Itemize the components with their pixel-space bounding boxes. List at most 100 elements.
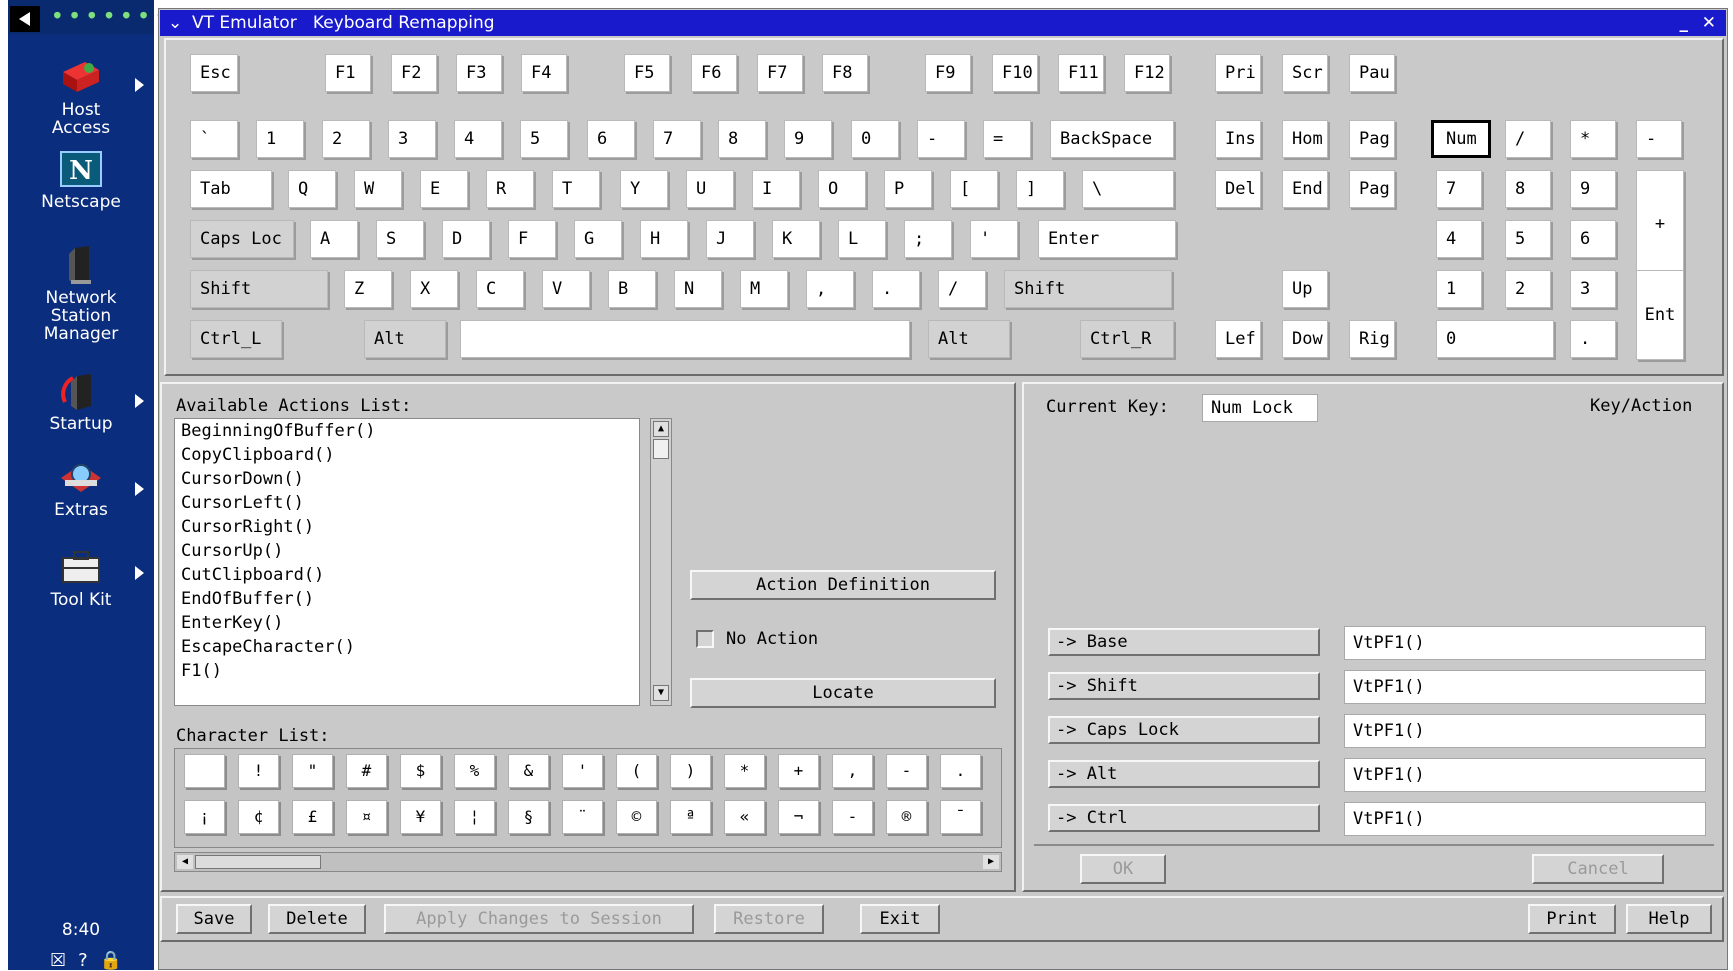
key-r2[interactable]: E	[420, 170, 468, 208]
key-r1[interactable]: 9	[784, 120, 832, 158]
character-cell[interactable]: "	[292, 754, 333, 788]
key-fn[interactable]: Scr	[1282, 54, 1328, 92]
action-list-item[interactable]: EscapeCharacter()	[175, 635, 639, 659]
character-cell[interactable]: ¡	[184, 800, 225, 834]
key-r1[interactable]: *	[1570, 120, 1616, 158]
help-button[interactable]: Help	[1626, 904, 1712, 934]
key-r4[interactable]: 3	[1570, 270, 1616, 308]
title-bar[interactable]: ⌄ VT Emulator Keyboard Remapping _ ✕	[160, 10, 1726, 36]
key-r2[interactable]: End	[1282, 170, 1328, 208]
character-cell[interactable]: )	[670, 754, 711, 788]
key-r2[interactable]: I	[752, 170, 800, 208]
key-r3[interactable]: F	[508, 220, 556, 258]
key-fn[interactable]: F9	[925, 54, 971, 92]
key-r4[interactable]: V	[542, 270, 590, 308]
character-cell[interactable]	[184, 754, 225, 788]
scroll-thumb[interactable]	[653, 439, 669, 459]
key-r3[interactable]: Enter	[1038, 220, 1176, 258]
launcher-item-startup[interactable]: Startup	[8, 372, 154, 433]
key-fn[interactable]: F8	[822, 54, 868, 92]
action-definition-button[interactable]: Action Definition	[690, 570, 996, 600]
key-r5[interactable]	[460, 320, 910, 358]
character-cell[interactable]: £	[292, 800, 333, 834]
key-r2[interactable]: Pag	[1349, 170, 1395, 208]
launcher-item-tool-kit[interactable]: Tool Kit	[8, 548, 154, 609]
scroll-down-icon[interactable]: ▼	[653, 685, 669, 701]
character-cell[interactable]: «	[724, 800, 765, 834]
minimize-button[interactable]: _	[1680, 10, 1689, 36]
character-cell[interactable]: ¦	[454, 800, 495, 834]
mapping-value-field[interactable]: VtPF1()	[1344, 802, 1706, 836]
key-r5[interactable]: Dow	[1282, 320, 1328, 358]
mapping-button[interactable]: -> Shift	[1048, 672, 1320, 700]
key-r1[interactable]: =	[983, 120, 1031, 158]
key-fn[interactable]: F6	[691, 54, 737, 92]
key-r4[interactable]: X	[410, 270, 458, 308]
key-r1[interactable]: -	[1636, 120, 1682, 158]
key-r3[interactable]: S	[376, 220, 424, 258]
key-r1[interactable]: 6	[587, 120, 635, 158]
key-fn[interactable]: Pau	[1349, 54, 1395, 92]
key-r3[interactable]: A	[310, 220, 358, 258]
character-cell[interactable]: -	[886, 754, 927, 788]
mapping-button[interactable]: -> Caps Lock	[1048, 716, 1320, 744]
key-fn[interactable]: F12	[1124, 54, 1170, 92]
scroll-left-icon[interactable]: ◀	[177, 855, 193, 869]
key-r2[interactable]: 9	[1570, 170, 1616, 208]
mapping-button[interactable]: -> Base	[1048, 628, 1320, 656]
actions-list[interactable]: BeginningOfBuffer() CopyClipboard() Cursor…	[174, 418, 640, 706]
key-r2[interactable]: ]	[1016, 170, 1064, 208]
character-cell[interactable]: ¬	[778, 800, 819, 834]
key-r4[interactable]: M	[740, 270, 788, 308]
key-fn[interactable]: F7	[757, 54, 803, 92]
key-r3[interactable]: '	[970, 220, 1018, 258]
key-r2[interactable]: Q	[288, 170, 336, 208]
key-r2[interactable]: 8	[1505, 170, 1551, 208]
key-r2[interactable]: 7	[1436, 170, 1482, 208]
character-cell[interactable]: '	[562, 754, 603, 788]
key-r3[interactable]: 6	[1570, 220, 1616, 258]
key-r1[interactable]: Num	[1431, 120, 1491, 158]
no-action-checkbox[interactable]	[696, 630, 714, 648]
key-fn[interactable]: F2	[391, 54, 437, 92]
key-r2[interactable]: \	[1082, 170, 1174, 208]
key-fn[interactable]: F11	[1058, 54, 1104, 92]
action-list-item[interactable]: CursorLeft()	[175, 491, 639, 515]
mapping-value-field[interactable]: VtPF1()	[1344, 670, 1706, 704]
close-icon[interactable]: ✕	[1702, 10, 1716, 36]
character-cell[interactable]: ¢	[238, 800, 279, 834]
key-r4[interactable]: .	[872, 270, 920, 308]
key-r3[interactable]: L	[838, 220, 886, 258]
action-list-item[interactable]: EnterKey()	[175, 611, 639, 635]
key-r1[interactable]: 8	[718, 120, 766, 158]
key-r4[interactable]: Up	[1282, 270, 1328, 308]
key-r2[interactable]: T	[552, 170, 600, 208]
key-r1[interactable]: BackSpace	[1050, 120, 1174, 158]
key-r3[interactable]: H	[640, 220, 688, 258]
character-cell[interactable]: §	[508, 800, 549, 834]
key-r4[interactable]: Shift	[190, 270, 328, 308]
restore-button[interactable]: Restore	[714, 904, 824, 934]
character-cell[interactable]: $	[400, 754, 441, 788]
character-cell[interactable]: %	[454, 754, 495, 788]
key-r1[interactable]: 0	[851, 120, 899, 158]
key-r1[interactable]: 2	[322, 120, 370, 158]
key-r2[interactable]: Del	[1215, 170, 1261, 208]
ok-button[interactable]: OK	[1080, 854, 1166, 884]
key-r1[interactable]: -	[917, 120, 965, 158]
key-r3[interactable]: K	[772, 220, 820, 258]
launcher-handle[interactable]: ● ● ● ● ● ● ●	[54, 8, 166, 21]
key-r3[interactable]: G	[574, 220, 622, 258]
character-cell[interactable]: *	[724, 754, 765, 788]
print-button[interactable]: Print	[1528, 904, 1616, 934]
locate-button[interactable]: Locate	[690, 678, 996, 708]
exit-button[interactable]: Exit	[860, 904, 940, 934]
key-r1[interactable]: 5	[520, 120, 568, 158]
mapping-value-field[interactable]: VtPF1()	[1344, 714, 1706, 748]
key-fn[interactable]: F1	[325, 54, 371, 92]
key-r2[interactable]: U	[686, 170, 734, 208]
mapping-value-field[interactable]: VtPF1()	[1344, 758, 1706, 792]
key-r1[interactable]: Pag	[1349, 120, 1395, 158]
scroll-thumb[interactable]	[195, 855, 321, 869]
save-button[interactable]: Save	[176, 904, 252, 934]
